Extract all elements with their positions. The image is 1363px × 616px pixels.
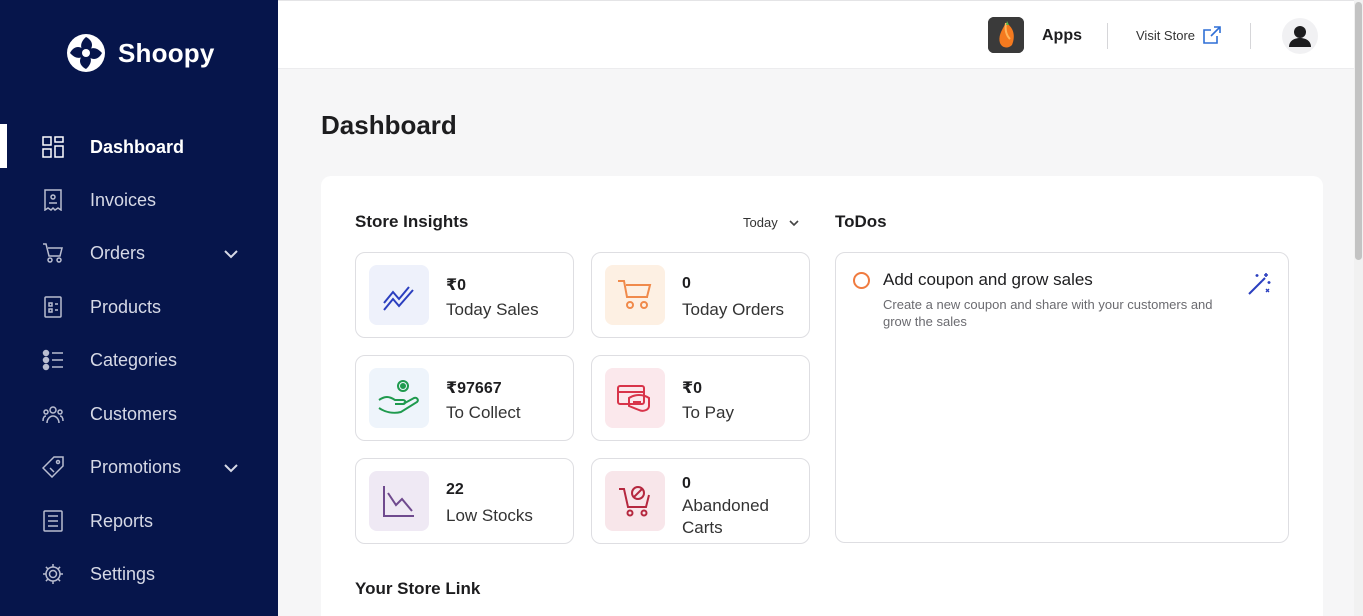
sidebar-item-settings[interactable]: Settings bbox=[0, 551, 278, 597]
sidebar-item-label: Promotions bbox=[90, 456, 182, 477]
sidebar-item-invoices[interactable]: Invoices bbox=[0, 177, 278, 223]
stat-label: To Pay bbox=[682, 403, 734, 422]
magic-wand-icon[interactable] bbox=[1246, 271, 1272, 297]
brand-name: Shoopy bbox=[118, 37, 215, 68]
sidebar-item-label: Categories bbox=[90, 349, 178, 370]
sidebar-item-label: Settings bbox=[90, 563, 156, 584]
todo-title[interactable]: Add coupon and grow sales bbox=[883, 270, 1093, 290]
sidebar-item-label: Customers bbox=[90, 403, 178, 424]
stat-value: 0 bbox=[682, 475, 691, 492]
stat-icon-box bbox=[605, 368, 665, 428]
categories-icon bbox=[42, 349, 63, 371]
stat-value: ₹0 bbox=[682, 380, 703, 397]
shoopy-logo-icon bbox=[67, 34, 105, 72]
sidebar-item-products[interactable]: Products bbox=[0, 284, 278, 330]
cart-blocked-icon bbox=[619, 486, 650, 517]
user-avatar-icon[interactable] bbox=[1282, 18, 1318, 54]
customers-icon bbox=[42, 406, 64, 424]
stat-card-abandoned-carts[interactable]: 0 Abandoned Carts bbox=[591, 458, 810, 544]
sidebar-item-promotions[interactable]: Promotions bbox=[0, 444, 278, 490]
sidebar-item-label: Dashboard bbox=[90, 136, 185, 157]
cart-icon bbox=[43, 243, 63, 263]
period-value: Today bbox=[743, 215, 778, 230]
stat-icon-box bbox=[369, 368, 429, 428]
stat-card-to-collect[interactable]: ₹97667 To Collect bbox=[355, 355, 574, 441]
apps-link[interactable]: Apps bbox=[1042, 27, 1082, 45]
product-icon bbox=[44, 296, 62, 318]
todos-panel: Add coupon and grow sales Create a new c… bbox=[835, 252, 1289, 543]
todo-description: Create a new coupon and share with your … bbox=[883, 297, 1213, 329]
tag-icon bbox=[42, 456, 64, 478]
apps-logo-icon[interactable] bbox=[988, 17, 1024, 53]
brand[interactable]: Shoopy bbox=[66, 33, 215, 73]
top-header: Apps Visit Store bbox=[278, 0, 1363, 69]
sidebar-item-dashboard[interactable]: Dashboard bbox=[0, 124, 278, 170]
stat-icon-box bbox=[605, 471, 665, 531]
stat-label: To Collect bbox=[446, 403, 521, 422]
low-stock-chart-icon bbox=[383, 486, 414, 517]
stat-value: 0 bbox=[682, 275, 691, 292]
hand-coin-icon bbox=[378, 380, 419, 414]
stat-card-today-sales[interactable]: ₹0 Today Sales bbox=[355, 252, 574, 338]
sidebar-item-customers[interactable]: Customers bbox=[0, 391, 278, 437]
sidebar-item-label: Orders bbox=[90, 242, 146, 263]
chevron-down-icon[interactable] bbox=[222, 245, 240, 263]
stat-label: Abandoned Carts bbox=[682, 496, 769, 537]
dashboard-card: Store Insights Today ₹0 Today Sales 0 To… bbox=[321, 176, 1323, 616]
reports-icon bbox=[43, 510, 63, 532]
stat-label: Low Stocks bbox=[446, 506, 533, 525]
sidebar-item-reports[interactable]: Reports bbox=[0, 498, 278, 544]
dashboard-icon bbox=[42, 136, 64, 158]
external-link-icon[interactable] bbox=[1202, 25, 1222, 45]
stat-value: 22 bbox=[446, 481, 464, 498]
gear-icon bbox=[43, 564, 63, 584]
stat-card-today-orders[interactable]: 0 Today Orders bbox=[591, 252, 810, 338]
stat-value: ₹0 bbox=[446, 277, 467, 294]
sidebar-item-label: Reports bbox=[90, 510, 154, 531]
invoice-icon bbox=[44, 189, 62, 211]
stat-label: Today Sales bbox=[446, 300, 539, 319]
chevron-down-icon[interactable] bbox=[222, 459, 240, 477]
sidebar-item-categories[interactable]: Categories bbox=[0, 337, 278, 383]
sidebar-item-orders[interactable]: Orders bbox=[0, 230, 278, 276]
page-title: Dashboard bbox=[321, 110, 457, 140]
stat-icon-box bbox=[605, 265, 665, 325]
stat-icon-box bbox=[369, 471, 429, 531]
stat-icon-box bbox=[369, 265, 429, 325]
header-divider bbox=[1250, 23, 1251, 49]
visit-store-link[interactable]: Visit Store bbox=[1136, 28, 1195, 43]
wallet-card-icon bbox=[617, 385, 650, 412]
stat-card-to-pay[interactable]: ₹0 To Pay bbox=[591, 355, 810, 441]
stat-value: ₹97667 bbox=[446, 380, 502, 397]
sidebar-item-label: Products bbox=[90, 296, 162, 317]
chevron-down-icon bbox=[789, 219, 799, 226]
todo-checkbox[interactable] bbox=[853, 272, 870, 289]
shopping-cart-icon bbox=[618, 280, 652, 309]
stat-card-low-stocks[interactable]: 22 Low Stocks bbox=[355, 458, 574, 544]
scroll-thumb[interactable] bbox=[1355, 2, 1362, 260]
period-dropdown[interactable]: Today bbox=[743, 215, 800, 230]
sidebar: Shoopy Dashboard Invoices Orders Product… bbox=[0, 0, 278, 616]
header-divider bbox=[1107, 23, 1108, 49]
page-scrollbar[interactable] bbox=[1354, 0, 1363, 616]
store-insights-title: Store Insights bbox=[355, 212, 469, 231]
sidebar-item-label: Invoices bbox=[90, 189, 157, 210]
stat-label: Today Orders bbox=[682, 300, 785, 319]
todos-title: ToDos bbox=[835, 212, 887, 231]
trend-line-icon bbox=[383, 286, 414, 311]
store-link-title: Your Store Link bbox=[355, 579, 481, 598]
